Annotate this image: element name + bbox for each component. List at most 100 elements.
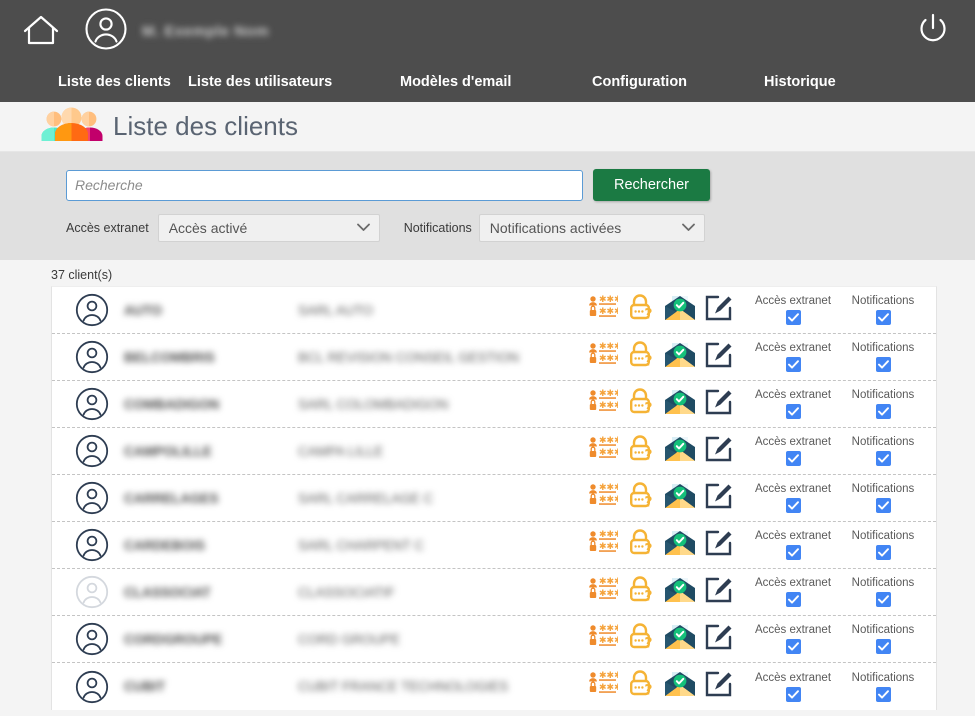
access-checkbox-label: Accès extranet (754, 624, 832, 636)
table-row[interactable]: BELCOMBRIS BCL REVISION CONSEIL GESTION ✱✱… (52, 334, 936, 381)
edit-icon[interactable] (704, 434, 734, 469)
send-email-icon[interactable] (664, 623, 696, 656)
reset-password-icon[interactable]: ? (626, 669, 656, 704)
user-avatar-icon[interactable] (84, 7, 128, 56)
page-title: Liste des clients (113, 111, 298, 141)
send-email-icon[interactable] (664, 294, 696, 327)
client-count-label: 37 client(s) (51, 268, 113, 282)
nav-item-historique[interactable]: Historique (764, 74, 836, 90)
credentials-icon[interactable]: ✱✱✱ ✱✱✱ (588, 530, 622, 561)
access-checkbox[interactable] (785, 639, 801, 654)
client-code: COMBADIGON (124, 396, 220, 412)
edit-icon[interactable] (704, 622, 734, 657)
notifications-checkbox[interactable] (875, 639, 891, 654)
edit-icon[interactable] (704, 387, 734, 422)
access-checkbox[interactable] (785, 545, 801, 560)
reset-password-icon[interactable]: ? (626, 622, 656, 657)
access-checkbox[interactable] (785, 451, 801, 466)
client-name: SARL CHARPENT C (298, 537, 425, 553)
home-icon[interactable] (22, 12, 60, 51)
notifications-checkbox[interactable] (875, 357, 891, 372)
access-checkbox[interactable] (785, 357, 801, 372)
nav-item-configuration[interactable]: Configuration (592, 74, 764, 90)
reset-password-icon[interactable]: ? (626, 434, 656, 469)
send-email-icon[interactable] (664, 482, 696, 515)
reset-password-icon[interactable]: ? (626, 340, 656, 375)
access-filter-select[interactable]: Accès activé (157, 214, 380, 242)
notifications-checkbox[interactable] (875, 451, 891, 466)
table-row[interactable]: CAMPOLILLE CAMPA LILLE ✱✱✱ ✱✱✱? Accès extran… (52, 428, 936, 475)
notifications-checkbox-label: Notifications (851, 577, 915, 589)
edit-icon[interactable] (704, 340, 734, 375)
access-checkbox[interactable] (785, 404, 801, 419)
table-row[interactable]: COMBADIGON SARL COLOMBADIGON ✱✱✱ ✱✱✱? Accès … (52, 381, 936, 428)
send-email-icon[interactable] (664, 529, 696, 562)
access-checkbox-label: Accès extranet (754, 483, 832, 495)
reset-password-icon[interactable]: ? (626, 481, 656, 516)
reset-password-icon[interactable]: ? (626, 528, 656, 563)
search-input[interactable] (66, 169, 583, 201)
edit-icon[interactable] (704, 575, 734, 610)
send-email-icon[interactable] (664, 576, 696, 609)
table-row[interactable]: CARRELAGES SARL CARRELAGE C ✱✱✱ ✱✱✱? Accès e… (52, 475, 936, 522)
send-email-icon[interactable] (664, 435, 696, 468)
reset-password-icon[interactable]: ? (626, 293, 656, 328)
table-row[interactable]: CORDGROUPE CORD GROUPE ✱✱✱ ✱✱✱? Accès extran… (52, 616, 936, 663)
nav-item-modeles-demail[interactable]: Modèles d'email (400, 74, 592, 90)
notifications-checkbox[interactable] (875, 686, 891, 702)
notifications-checkbox[interactable] (875, 498, 891, 513)
access-checkbox[interactable] (785, 686, 801, 702)
credentials-icon[interactable]: ✱✱✱ ✱✱✱ (588, 671, 622, 702)
access-checkbox[interactable] (785, 310, 801, 325)
credentials-icon[interactable]: ✱✱✱ ✱✱✱ (588, 436, 622, 467)
nav-item-liste-des-utilisateurs[interactable]: Liste des utilisateurs (188, 74, 400, 90)
table-row[interactable]: CLASSOCIAT CLASSOCIATIF ✱✱✱ ✱✱✱? Accès extra… (52, 569, 936, 616)
client-name: SARL COLOMBADIGON (298, 396, 449, 412)
credentials-icon[interactable]: ✱✱✱ ✱✱✱ (588, 483, 622, 514)
send-email-icon[interactable] (664, 388, 696, 421)
credentials-icon[interactable]: ✱✱✱ ✱✱✱ (588, 389, 622, 420)
access-checkbox-label: Accès extranet (754, 295, 832, 307)
credentials-icon[interactable]: ✱✱✱ ✱✱✱ (588, 624, 622, 655)
notifications-checkbox-cell: Notifications (838, 436, 928, 466)
send-email-icon[interactable] (664, 341, 696, 374)
row-actions: ✱✱✱ ✱✱✱? (588, 481, 748, 516)
table-row[interactable]: CUBIT CUBIT FRANCE TECHNOLOGIES ✱✱✱ ✱✱✱? Acc… (52, 663, 936, 710)
edit-icon[interactable] (704, 669, 734, 704)
credentials-icon[interactable]: ✱✱✱ ✱✱✱ (588, 577, 622, 608)
svg-text:?: ? (644, 306, 652, 322)
notifications-checkbox-label: Notifications (851, 624, 915, 636)
edit-icon[interactable] (704, 528, 734, 563)
row-actions: ✱✱✱ ✱✱✱? (588, 293, 748, 328)
top-header-bar: M. Exemple Nom (0, 0, 975, 62)
table-row[interactable]: CARDEBOIS SARL CHARPENT C ✱✱✱ ✱✱✱? Accès ext… (52, 522, 936, 569)
client-code: BELCOMBRIS (124, 349, 215, 365)
search-button[interactable]: Rechercher (593, 169, 710, 201)
access-checkbox-cell: Accès extranet (748, 577, 838, 607)
send-email-icon[interactable] (664, 670, 696, 703)
access-checkbox-cell: Accès extranet (748, 530, 838, 560)
credentials-icon[interactable]: ✱✱✱ ✱✱✱ (588, 295, 622, 326)
nav-item-liste-des-clients[interactable]: Liste des clients (58, 74, 188, 90)
client-code: CUBIT (124, 679, 166, 694)
access-checkbox-cell: Accès extranet (748, 436, 838, 466)
access-checkbox[interactable] (785, 592, 801, 607)
notifications-checkbox-label: Notifications (851, 295, 915, 307)
client-avatar-icon (59, 528, 124, 562)
reset-password-icon[interactable]: ? (626, 575, 656, 610)
credentials-icon[interactable]: ✱✱✱ ✱✱✱ (588, 342, 622, 373)
table-row[interactable]: AUTO SARL AUTO ✱✱✱ ✱✱✱? Accès extranet Notifi… (52, 287, 936, 334)
notifications-checkbox[interactable] (875, 545, 891, 560)
edit-icon[interactable] (704, 293, 734, 328)
notifications-checkbox[interactable] (875, 404, 891, 419)
edit-icon[interactable] (704, 481, 734, 516)
access-checkbox[interactable] (785, 498, 801, 513)
filter-row: Accès extranet Accès activé Notification… (66, 214, 975, 242)
client-code: CLASSOCIAT (124, 584, 211, 600)
power-icon[interactable] (913, 9, 953, 54)
notifications-checkbox-label: Notifications (851, 342, 915, 354)
reset-password-icon[interactable]: ? (626, 387, 656, 422)
notifications-filter-select[interactable]: Notifications activées (478, 214, 705, 242)
notifications-checkbox[interactable] (875, 310, 891, 325)
notifications-checkbox[interactable] (875, 592, 891, 607)
